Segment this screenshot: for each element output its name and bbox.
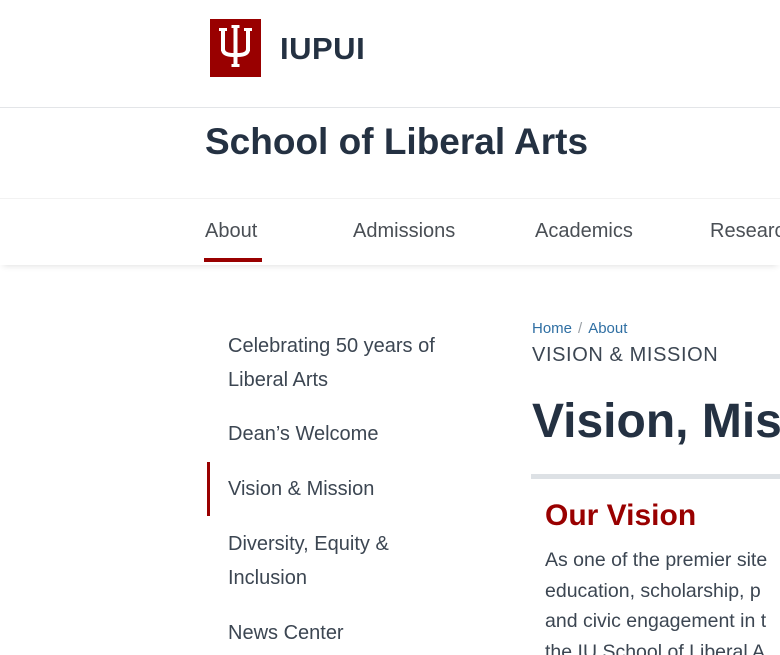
sidebar-item-celebrating-50-years[interactable]: Celebrating 50 years of Liberal Arts	[207, 329, 467, 397]
breadcrumb-home-link[interactable]: Home	[532, 320, 572, 337]
iu-trident-logo[interactable]	[210, 19, 261, 77]
sidebar-item-label: Diversity, Equity & Inclusion	[228, 533, 389, 589]
brand-name[interactable]: IUPUI	[280, 30, 365, 68]
vision-line: education, scholarship, p	[545, 579, 761, 602]
nav-item-research[interactable]: Researc	[710, 219, 780, 243]
sidebar-item-news-center[interactable]: News Center	[207, 616, 467, 650]
title-divider	[531, 474, 780, 479]
sidebar-item-diversity[interactable]: Diversity, Equity & Inclusion	[207, 527, 467, 595]
vision-line: and civic engagement in t	[545, 610, 767, 632]
sidebar-item-label: Celebrating 50 years of Liberal Arts	[228, 335, 435, 391]
nav-item-admissions[interactable]: Admissions	[353, 219, 455, 243]
brand-bar: IUPUI	[0, 0, 780, 108]
nav-item-about[interactable]: About	[205, 219, 257, 243]
nav-item-academics[interactable]: Academics	[535, 219, 633, 243]
breadcrumb-about-link[interactable]: About	[588, 320, 627, 337]
section-label: VISION & MISSION	[532, 344, 719, 366]
sidebar-item-deans-welcome[interactable]: Dean’s Welcome	[207, 417, 467, 451]
vision-heading: Our Vision	[545, 499, 697, 532]
page-title: Vision, Miss	[532, 395, 780, 448]
breadcrumb: Home / About	[532, 319, 627, 339]
trident-icon	[219, 25, 252, 67]
section-sidebar: Celebrating 50 years of Liberal Arts Dea…	[207, 326, 467, 650]
vision-line: the IU School of Liberal A	[545, 640, 766, 655]
sidebar-item-vision-mission[interactable]: Vision & Mission	[207, 462, 467, 516]
vision-line: As one of the premier site	[545, 549, 768, 571]
site-title-row: School of Liberal Arts	[0, 108, 780, 198]
vision-paragraph: As one of the premier site education, sc…	[545, 545, 780, 655]
breadcrumb-separator: /	[578, 320, 583, 337]
site-title[interactable]: School of Liberal Arts	[205, 120, 588, 164]
nav-active-indicator	[204, 258, 262, 262]
main-nav: About Admissions Academics Researc	[0, 198, 780, 265]
